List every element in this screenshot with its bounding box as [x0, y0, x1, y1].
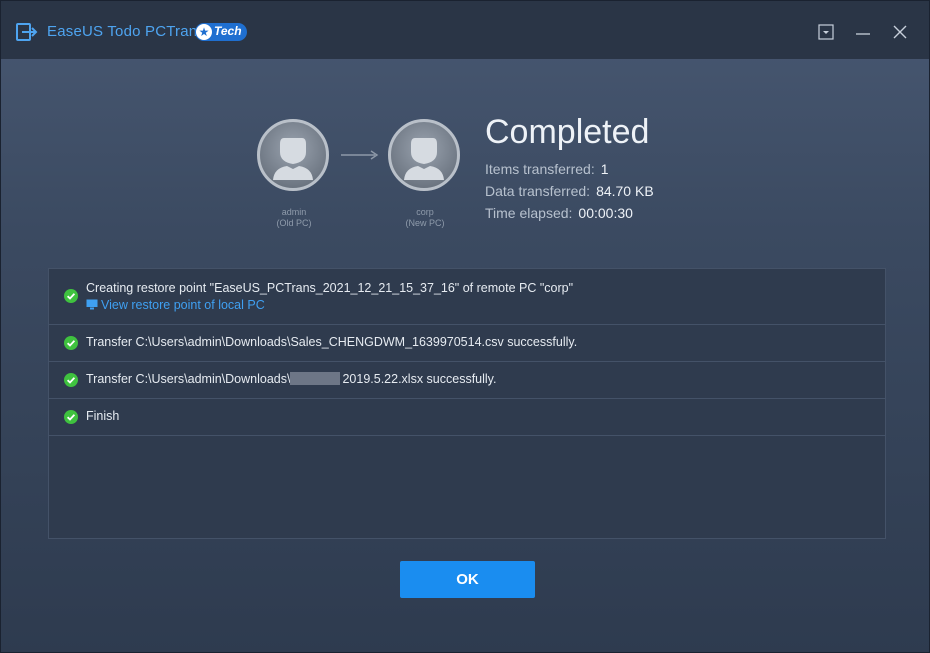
- time-elapsed-value: 00:00:30: [578, 205, 633, 221]
- transfer-log-list[interactable]: Creating restore point "EaseUS_PCTrans_2…: [48, 268, 886, 539]
- time-elapsed-label: Time elapsed:: [485, 205, 573, 221]
- data-transferred: Data transferred: 84.70 KB: [485, 183, 654, 199]
- monitor-icon: [86, 299, 98, 310]
- old-pc-label: admin (Old PC): [254, 207, 334, 229]
- check-circle-icon: [64, 289, 78, 303]
- old-pc-name: admin: [281, 207, 307, 217]
- star-icon: ★: [196, 24, 212, 40]
- view-restore-point-link[interactable]: View restore point of local PC: [86, 298, 265, 312]
- items-transferred-label: Items transferred:: [485, 161, 595, 177]
- title-bar: EaseUS Todo PCTrans ★ Tech: [1, 1, 929, 59]
- log-item: Transfer C:\Users\admin\Downloads\ 2019.5…: [49, 362, 885, 399]
- log-item: Creating restore point "EaseUS_PCTrans_2…: [49, 269, 885, 325]
- check-circle-icon: [64, 336, 78, 350]
- view-restore-point-label: View restore point of local PC: [101, 298, 265, 312]
- items-transferred-value: 1: [600, 161, 609, 177]
- check-circle-icon: [64, 373, 78, 387]
- tech-badge-label: Tech: [214, 24, 242, 38]
- tech-badge: ★ Tech: [195, 23, 247, 41]
- pctrans-window: EaseUS Todo PCTrans ★ Tech admin (Old PC…: [0, 0, 930, 653]
- arrow-right-icon: [341, 150, 379, 160]
- log-item-text: Transfer C:\Users\admin\Downloads\Sales_…: [86, 335, 578, 349]
- minimize-icon[interactable]: [854, 23, 872, 41]
- pctrans-logo-icon: [16, 23, 38, 41]
- check-circle-icon: [64, 410, 78, 424]
- ok-button[interactable]: OK: [400, 561, 535, 598]
- log-item: Finish: [49, 399, 885, 436]
- new-pc-label: corp (New PC): [385, 207, 465, 229]
- items-transferred: Items transferred: 1: [485, 161, 609, 177]
- log-item-text-suffix: 2019.5.22.xlsx successfully.: [342, 372, 497, 386]
- new-pc-name: corp: [416, 207, 434, 217]
- dropdown-menu-icon[interactable]: [817, 23, 835, 41]
- log-item-text: Creating restore point "EaseUS_PCTrans_2…: [86, 281, 574, 295]
- log-item: Transfer C:\Users\admin\Downloads\Sales_…: [49, 325, 885, 362]
- data-transferred-value: 84.70 KB: [596, 183, 654, 199]
- log-item-text-prefix: Transfer C:\Users\admin\Downloads\: [86, 372, 291, 386]
- time-elapsed: Time elapsed: 00:00:30: [485, 205, 633, 221]
- old-pc-avatar-icon: [257, 119, 329, 191]
- redacted-filename: [290, 372, 341, 385]
- app-title: EaseUS Todo PCTrans: [47, 23, 206, 40]
- status-title: Completed: [485, 113, 650, 151]
- log-item-text: Transfer C:\Users\admin\Downloads\ 2019.5…: [86, 372, 496, 386]
- new-pc-avatar-icon: [388, 119, 460, 191]
- close-icon[interactable]: [891, 23, 909, 41]
- data-transferred-label: Data transferred:: [485, 183, 591, 199]
- new-pc-role: (New PC): [405, 218, 445, 228]
- old-pc-role: (Old PC): [276, 218, 312, 228]
- log-item-text: Finish: [86, 409, 120, 423]
